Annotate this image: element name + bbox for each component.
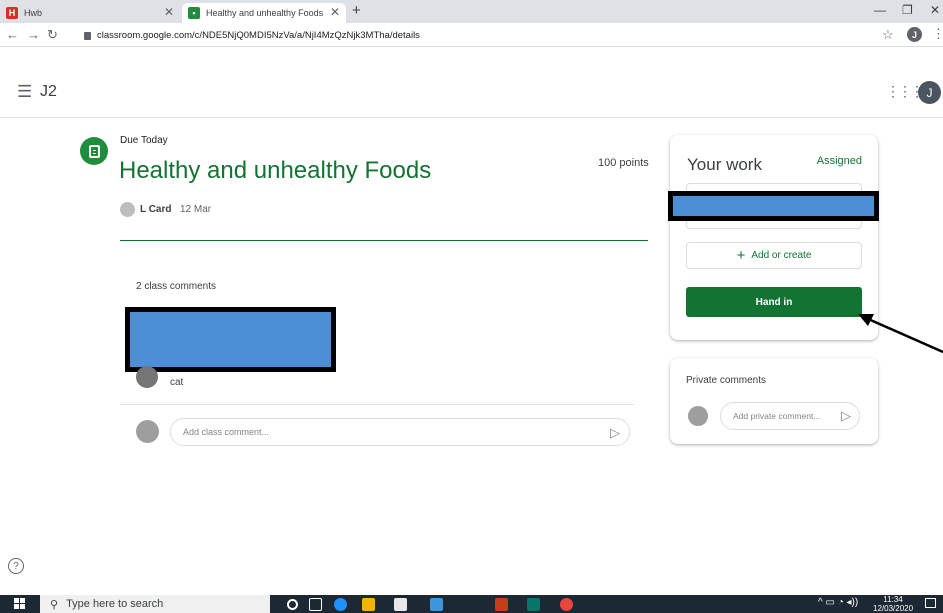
your-work-card: Your work Assigned + Add or create Hand … [670,135,878,340]
private-comment-input[interactable]: Add private comment... ▷ [720,402,860,430]
restore-icon[interactable]: ❐ [902,3,913,17]
assignment-icon [80,137,108,165]
comment-text: cat [170,377,184,388]
status-badge: Assigned [816,155,862,167]
browser-profile-avatar[interactable]: J [907,27,922,42]
browser-tab-strip: H Hwb ✕ ▪ Healthy and unhealthy Foods ✕ … [0,0,943,23]
minimize-icon[interactable]: — [874,3,886,17]
windows-start-icon[interactable] [14,598,26,610]
tab-label: Hwb [24,8,43,18]
clock-time: 11:34 [883,595,903,604]
mail-icon[interactable] [430,598,443,611]
url-text: classroom.google.com/c/NDE5NjQ0MDI5NzVa/… [97,29,420,41]
system-tray-icons[interactable]: ^ ▭ ◔ ◂)) [818,597,858,608]
url-field[interactable]: classroom.google.com/c/NDE5NjQ0MDI5NzVa/… [84,26,904,44]
add-or-create-label: Add or create [751,250,812,261]
private-comments-title: Private comments [686,375,767,386]
taskbar-search-placeholder: Type here to search [66,598,164,610]
clock[interactable]: 11:34 12/03/2020 [873,595,913,613]
commenter-avatar [136,366,158,388]
your-work-title: Your work [687,155,762,174]
store-icon[interactable] [394,598,407,611]
close-tab-icon[interactable]: ✕ [330,5,340,19]
lock-icon [84,32,91,40]
class-comment-input[interactable]: Add class comment... ▷ [170,418,630,446]
google-apps-icon[interactable]: ⋮⋮⋮ [886,83,924,100]
bookmark-star-icon[interactable]: ☆ [882,27,894,43]
class-name[interactable]: J2 [40,83,57,101]
class-comment-placeholder: Add class comment... [183,427,270,437]
divider [120,404,634,405]
reload-icon[interactable]: ↻ [47,27,58,43]
close-tab-icon[interactable]: ✕ [164,5,174,19]
plus-icon: + [736,247,746,264]
classroom-favicon: ▪ [188,7,200,19]
notifications-icon[interactable] [925,598,936,608]
author-name: L Card [140,204,172,215]
windows-taskbar: ⚲ Type here to search ^ ▭ ◔ ◂)) 11:34 12… [0,595,943,613]
edge-icon[interactable] [334,598,347,611]
close-window-icon[interactable]: ✕ [930,3,940,17]
assignment-title: Healthy and unhealthy Foods [119,157,432,184]
tab-label: Healthy and unhealthy Foods [206,8,324,18]
publisher-icon[interactable] [527,598,540,611]
file-explorer-icon[interactable] [362,598,375,611]
tab-hwb[interactable]: H Hwb ✕ [6,3,180,23]
tab-healthy-foods[interactable]: ▪ Healthy and unhealthy Foods ✕ [182,3,346,23]
post-date: 12 Mar [180,204,212,215]
taskbar-search[interactable]: ⚲ Type here to search [40,595,270,613]
redacted-attachment [668,191,879,221]
browser-menu-icon[interactable]: ⋮ [932,26,943,42]
author-avatar [120,202,135,217]
new-tab-button[interactable]: + [352,2,361,19]
user-avatar [688,406,708,426]
hand-in-button[interactable]: Hand in [686,287,862,317]
address-bar: ← → ↻ classroom.google.com/c/NDE5NjQ0MDI… [0,23,943,47]
forward-icon[interactable]: → [27,27,40,42]
private-comment-placeholder: Add private comment... [733,411,821,421]
cortana-icon[interactable] [287,599,298,610]
send-icon[interactable]: ▷ [841,408,851,424]
redacted-comment [125,307,336,372]
add-or-create-button[interactable]: + Add or create [686,242,862,269]
user-avatar [136,420,159,443]
task-view-icon[interactable] [309,598,322,611]
class-comments-count[interactable]: 2 class comments [136,281,216,292]
powerpoint-icon[interactable] [495,598,508,611]
clock-date: 12/03/2020 [873,604,914,613]
send-icon[interactable]: ▷ [610,425,620,441]
chrome-icon[interactable] [560,598,573,611]
help-icon[interactable]: ? [8,558,24,574]
main-menu-icon[interactable]: ☰ [17,82,32,102]
hwb-favicon: H [6,7,18,19]
classroom-header: ☰ J2 ⋮⋮⋮ J [0,48,943,118]
private-comments-card: Private comments Add private comment... … [670,358,878,444]
account-avatar[interactable]: J [918,81,941,104]
back-icon[interactable]: ← [6,27,19,42]
search-icon: ⚲ [50,598,59,611]
due-label: Due Today [120,135,168,146]
divider [120,240,648,241]
points-label: 100 points [598,157,649,169]
